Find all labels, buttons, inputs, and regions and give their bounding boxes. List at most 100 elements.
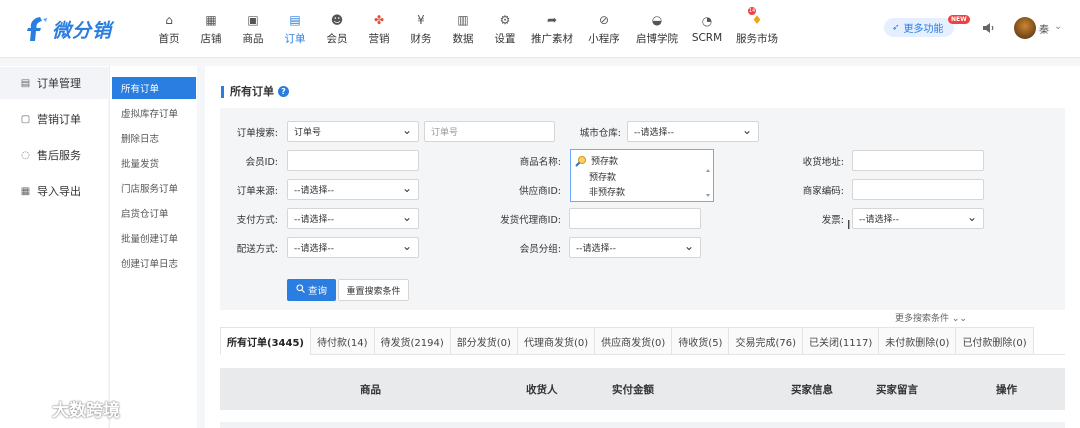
order-source-label: 订单来源: (236, 186, 278, 197)
query-button-label: 查询 (307, 286, 327, 297)
home-icon: ⌂ (165, 12, 173, 27)
member-icon: ☻ (330, 12, 344, 27)
chevron-down-icon[interactable]: ⌄ (1054, 21, 1062, 32)
city-warehouse-select[interactable]: --请选择-- (627, 121, 759, 142)
product-search[interactable]: 预存款 (575, 154, 618, 167)
sidebar-item[interactable]: ▦ 导入导出 (0, 175, 108, 207)
nav-item[interactable]: ▥ 数据 (442, 0, 484, 58)
order-icon: ▤ (289, 12, 301, 27)
merchant-code-input[interactable] (852, 179, 984, 200)
query-button[interactable]: 查询 (287, 279, 336, 301)
subnav-item[interactable]: 虚拟库存订单 (112, 102, 196, 124)
product-name-dropdown[interactable]: 预存款 预存款 非预存款 (570, 149, 714, 202)
new-badge: NEW (948, 15, 970, 24)
nav-item-label: 商品 (242, 32, 264, 45)
help-icon[interactable]: ? (278, 86, 289, 97)
agent-id-input[interactable] (569, 208, 701, 229)
nav-item-label: 启博学院 (636, 32, 678, 45)
nav-item[interactable]: ▦ 店铺 (190, 0, 232, 58)
member-id-input[interactable] (287, 150, 419, 171)
subnav-item[interactable]: 创建订单日志 (112, 252, 196, 274)
delivery-method-select[interactable]: --请选择-- (287, 237, 419, 258)
column-header: 收货人 (526, 384, 558, 396)
nav-item[interactable]: ✤ 营销 (358, 0, 400, 58)
shipping-address-input[interactable] (852, 150, 984, 171)
nav-item-label: 服务市场 (736, 32, 778, 45)
nav-item[interactable]: ➦ 推广素材 (526, 0, 578, 58)
subnav-item[interactable]: 所有订单 (112, 77, 196, 99)
subnav-item[interactable]: 批量创建订单 (112, 227, 196, 249)
sidebar-item-label: 导入导出 (37, 185, 81, 198)
column-header: 操作 (996, 384, 1017, 396)
nav-item[interactable]: ¥ 财务 (400, 0, 442, 58)
watermark: 大数跨境 (8, 396, 120, 421)
main-panel: 所有订单? 订单搜索: 订单号 订单号 城市仓库: --请选择-- 会员ID: … (205, 66, 1080, 428)
avatar[interactable] (1014, 17, 1036, 39)
subnav-item[interactable]: 删除日志 (112, 127, 196, 149)
user-name[interactable]: 秦 (1039, 21, 1049, 36)
sidebar-item[interactable]: ◌ 售后服务 (0, 139, 108, 171)
miniprogram-icon: ⊘ (598, 12, 610, 27)
nav-item[interactable]: ⚙ 设置 (484, 0, 526, 58)
status-tab[interactable]: 交易完成(76) (728, 327, 802, 355)
sidebar-item[interactable]: ▢ 营销订单 (0, 103, 108, 135)
nav-item[interactable]: ☻ 会员 (316, 0, 358, 58)
nav-item[interactable]: ⊘ 小程序 (578, 0, 630, 58)
page-title-text: 所有订单 (230, 85, 274, 98)
nav-item[interactable]: ▤ 订单 (274, 0, 316, 58)
rocket-icon: ➶ (892, 22, 900, 33)
status-tab[interactable]: 待付款(14) (309, 327, 374, 355)
payment-method-select[interactable]: --请选择-- (287, 208, 419, 229)
status-tab[interactable]: 待发货(2194) (373, 327, 450, 355)
status-tab[interactable]: 代理商发货(0) (516, 327, 595, 355)
nav-item-label: 营销 (368, 32, 390, 45)
nav-item[interactable]: ▣ 商品 (232, 0, 274, 58)
reset-button[interactable]: 重置搜索条件 (338, 279, 409, 301)
marketing-order-icon: ▢ (20, 113, 31, 125)
more-filters-link[interactable]: 更多搜索条件 ⌄⌄ (895, 311, 967, 324)
subnav-item[interactable]: 启货仓订单 (112, 202, 196, 224)
status-tab[interactable]: 供应商发货(0) (594, 327, 672, 355)
order-number-placeholder: 订单号 (431, 128, 459, 138)
text-cursor-icon: I (847, 218, 851, 232)
nav-item[interactable]: ♦ 服务市场 14 (730, 0, 784, 58)
invoice-select[interactable]: --请选择-- (852, 208, 984, 229)
finance-icon: ¥ (417, 12, 425, 27)
nav-item[interactable]: ◒ 启博学院 (630, 0, 684, 58)
product-search-text: 预存款 (591, 157, 619, 167)
status-tab[interactable]: 待收货(5) (671, 327, 729, 355)
nav-item[interactable]: ⌂ 首页 (148, 0, 190, 58)
speaker-icon[interactable] (982, 21, 996, 35)
column-header: 实付金额 (612, 384, 654, 396)
settings-icon: ⚙ (499, 12, 511, 27)
payment-method-value: --请选择-- (294, 215, 334, 225)
product-name-label: 商品名称: (519, 157, 561, 168)
more-features-button[interactable]: ➶ 更多功能 (884, 18, 954, 37)
nav-item[interactable]: ◔ SCRM (684, 0, 730, 58)
order-number-input[interactable]: 订单号 (424, 121, 555, 142)
merchant-code-label: 商家编码: (802, 186, 844, 197)
status-tab[interactable]: 部分发货(0) (449, 327, 517, 355)
order-source-select[interactable]: --请选择-- (287, 179, 419, 200)
subnav-item[interactable]: 批量发货 (112, 152, 196, 174)
status-tab[interactable]: 已付款删除(0) (955, 327, 1034, 355)
subnav-item[interactable]: 门店服务订单 (112, 177, 196, 199)
dropdown-option[interactable]: 非预存款 (589, 185, 625, 198)
city-warehouse-value: --请选择-- (634, 128, 674, 138)
status-tab[interactable]: 已关闭(1117) (802, 327, 879, 355)
order-search-type-select[interactable]: 订单号 (287, 121, 419, 142)
sidebar-item-label: 营销订单 (37, 113, 81, 126)
sidebar-item-label: 售后服务 (37, 149, 81, 162)
column-header: 商品 (360, 384, 381, 396)
order-search-label: 订单搜索: (236, 128, 278, 139)
member-group-select[interactable]: --请选择-- (569, 237, 701, 258)
dropdown-option[interactable]: 预存款 (589, 170, 616, 183)
status-tab[interactable]: 未付款删除(0) (878, 327, 956, 355)
column-header: 买家留言 (876, 384, 918, 396)
logo[interactable]: 微分销 (26, 12, 112, 46)
status-tab[interactable]: 所有订单(3445) (220, 327, 310, 355)
table-row (220, 422, 1065, 428)
sidebar-item[interactable]: ▤ 订单管理 (0, 67, 108, 99)
import-export-icon: ▦ (20, 185, 31, 197)
dropdown-scrollbar[interactable] (705, 168, 711, 198)
